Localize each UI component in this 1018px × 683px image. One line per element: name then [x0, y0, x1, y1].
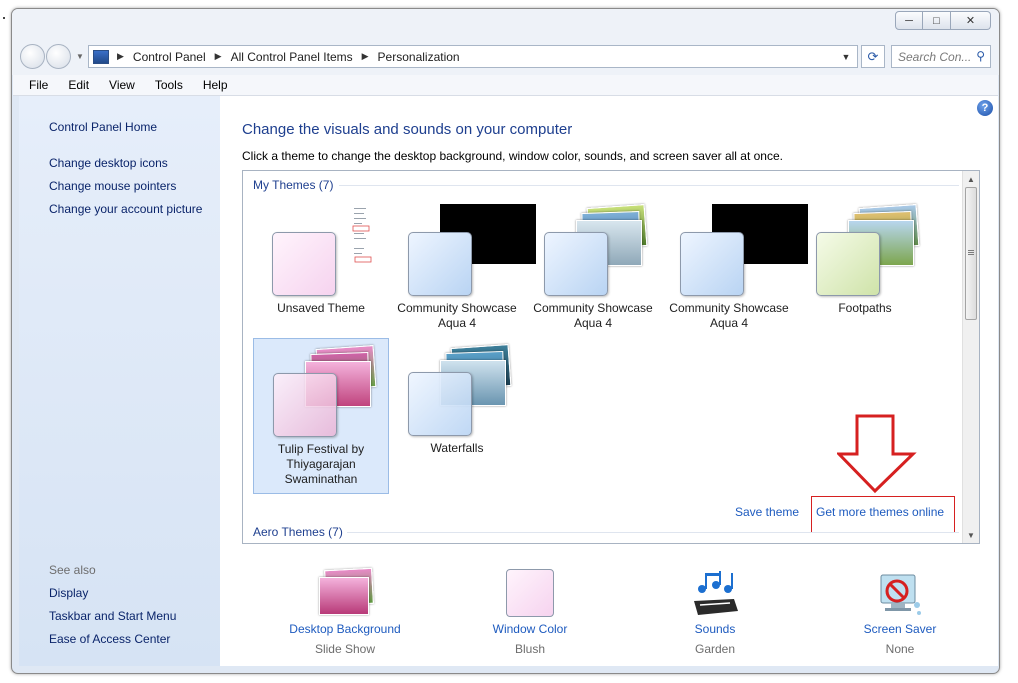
theme-tile-community-aqua-2[interactable]: Community Showcase Aqua 4 [525, 198, 661, 352]
window-color-value: Blush [514, 642, 546, 656]
page-instruction: Click a theme to change the desktop back… [242, 149, 783, 163]
caption-buttons: ─ □ ✕ [895, 11, 991, 30]
address-bar-area: ▼ ▶ Control Panel ▶ All Control Panel It… [12, 37, 999, 75]
theme-thumbnail [676, 204, 808, 298]
window-color-swatch [680, 232, 744, 296]
breadcrumb-arrow-icon[interactable]: ▶ [117, 51, 124, 62]
main-content: ? Change the visuals and sounds on your … [220, 96, 998, 666]
screen-saver-icon [875, 569, 925, 619]
theme-name: Community Showcase Aqua 4 [533, 301, 653, 330]
display-link[interactable]: Display [49, 586, 88, 600]
theme-list: My Themes (7) Unsaved Theme Community Sh… [242, 170, 980, 544]
desktop-background-value: Slide Show [314, 642, 376, 656]
theme-thumbnail [812, 204, 922, 298]
task-pane: Control Panel Home Change desktop icons … [19, 96, 220, 666]
screen-saver-label[interactable]: Screen Saver [830, 622, 970, 636]
menu-file[interactable]: File [19, 78, 58, 92]
scroll-thumb[interactable] [965, 187, 977, 320]
change-mouse-pointers-link[interactable]: Change mouse pointers [49, 179, 176, 193]
theme-tile-waterfalls[interactable]: Waterfalls [389, 338, 525, 492]
search-icon[interactable]: ⚲ [976, 49, 985, 63]
theme-thumbnail [404, 204, 536, 298]
maximize-button[interactable]: □ [923, 11, 951, 30]
back-button[interactable] [20, 44, 45, 69]
help-icon[interactable]: ? [977, 100, 993, 116]
theme-thumbnail [268, 204, 400, 298]
theme-list-scrollbar[interactable]: ▲ ▼ [962, 171, 979, 543]
theme-tile-tulip-festival[interactable]: Tulip Festival by Thiyagarajan Swaminath… [253, 338, 389, 494]
change-desktop-icons-link[interactable]: Change desktop icons [49, 156, 168, 170]
theme-name: Footpaths [838, 301, 892, 315]
breadcrumb-control-panel[interactable]: Control Panel [133, 50, 206, 64]
menu-view[interactable]: View [99, 78, 145, 92]
theme-tile-community-aqua-3[interactable]: Community Showcase Aqua 4 [661, 198, 808, 352]
window-color-swatch [544, 232, 608, 296]
page-title: Change the visuals and sounds on your co… [242, 121, 573, 138]
theme-tile-footpaths[interactable]: Footpaths [797, 198, 933, 352]
my-themes-group-title: My Themes (7) [253, 178, 334, 192]
window-color-swatch [272, 232, 336, 296]
taskbar-start-menu-link[interactable]: Taskbar and Start Menu [49, 609, 176, 623]
music-notes-icon [690, 569, 740, 619]
see-also-heading: See also [49, 563, 96, 577]
screen-saver-value: None [885, 642, 915, 656]
title-bar: ─ □ ✕ [12, 9, 999, 37]
minimize-button[interactable]: ─ [895, 11, 923, 30]
scroll-up-arrow-icon[interactable]: ▲ [963, 171, 979, 187]
theme-name: Community Showcase Aqua 4 [669, 301, 789, 330]
theme-name: Waterfalls [430, 441, 484, 455]
aero-themes-group-title: Aero Themes (7) [253, 525, 343, 539]
window-color-label[interactable]: Window Color [460, 622, 600, 636]
sounds-label[interactable]: Sounds [645, 622, 785, 636]
theme-tile-community-aqua-1[interactable]: Community Showcase Aqua 4 [389, 198, 536, 352]
red-arrow-annotation-icon [837, 414, 917, 494]
close-button[interactable]: ✕ [951, 11, 991, 30]
get-more-themes-online-link[interactable]: Get more themes online [816, 505, 944, 519]
breadcrumb-personalization[interactable]: Personalization [378, 50, 460, 64]
menu-edit[interactable]: Edit [58, 78, 99, 92]
desktop-background-label[interactable]: Desktop Background [275, 622, 415, 636]
scroll-down-arrow-icon[interactable]: ▼ [963, 527, 979, 543]
group-divider [347, 532, 959, 533]
group-divider [339, 185, 959, 186]
window-color-swatch [408, 372, 472, 436]
window-color-swatch [408, 232, 472, 296]
sounds-value: Garden [694, 642, 736, 656]
window-color-swatch [273, 373, 337, 437]
menu-help[interactable]: Help [193, 78, 238, 92]
menu-tools[interactable]: Tools [145, 78, 193, 92]
refresh-button[interactable]: ⟳ [861, 45, 885, 68]
theme-name: Unsaved Theme [277, 301, 365, 315]
address-dropdown-icon[interactable]: ▼ [835, 46, 857, 67]
breadcrumb-all-items[interactable]: All Control Panel Items [231, 50, 353, 64]
search-placeholder: Search Con... [898, 49, 972, 64]
window-color-swatch [816, 232, 880, 296]
control-panel-home-link[interactable]: Control Panel Home [49, 120, 157, 134]
recent-pages-dropdown-icon[interactable]: ▼ [76, 52, 84, 61]
theme-thumbnail [269, 345, 379, 439]
theme-name: Tulip Festival by Thiyagarajan Swaminath… [277, 442, 365, 486]
save-theme-link[interactable]: Save theme [735, 505, 799, 519]
theme-thumbnail [404, 344, 514, 438]
theme-tile-unsaved[interactable]: Unsaved Theme [253, 198, 400, 352]
tulip-photo-icon [315, 567, 375, 617]
theme-name: Community Showcase Aqua 4 [397, 301, 517, 330]
breadcrumb-arrow-icon[interactable]: ▶ [362, 51, 369, 62]
change-account-picture-link[interactable]: Change your account picture [49, 202, 202, 216]
color-swatch-icon [506, 569, 554, 617]
stray-dot [3, 17, 5, 19]
menu-bar: File Edit View Tools Help [13, 75, 998, 96]
search-input[interactable]: Search Con... ⚲ [891, 45, 991, 68]
theme-thumbnail [540, 204, 650, 298]
control-panel-icon [93, 49, 109, 64]
breadcrumb-arrow-icon[interactable]: ▶ [215, 51, 222, 62]
address-bar[interactable]: ▶ Control Panel ▶ All Control Panel Item… [88, 45, 858, 68]
forward-button[interactable] [46, 44, 71, 69]
personalization-window: ─ □ ✕ ▼ ▶ Control Panel ▶ All Control Pa… [11, 8, 1000, 674]
ease-of-access-link[interactable]: Ease of Access Center [49, 632, 170, 646]
